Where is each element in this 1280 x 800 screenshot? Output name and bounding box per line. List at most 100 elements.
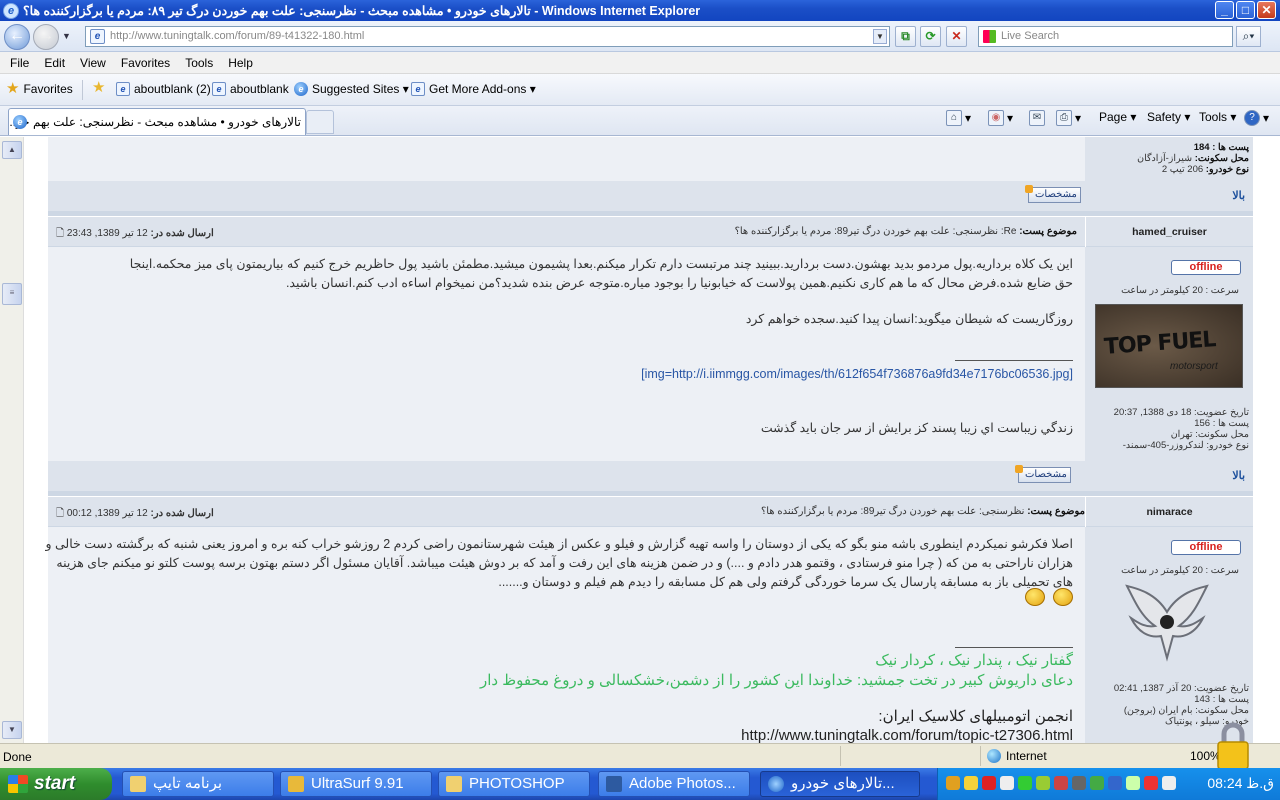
status-bar: Done Internet 100% — [0, 743, 1280, 768]
security-shield-icon[interactable] — [946, 776, 960, 790]
prev-location: شیراز-آزادگان — [1137, 153, 1193, 164]
menu-help[interactable]: Help — [218, 56, 253, 70]
padlock-icon — [1217, 722, 1249, 770]
top-link[interactable]: بالا — [1232, 469, 1245, 482]
mail-button[interactable]: ✉ — [1029, 110, 1045, 126]
fav-item-addons[interactable]: e Get More Add-ons ▾ — [411, 82, 536, 96]
taskbar-item-ie[interactable]: تالارهای خودرو... — [760, 771, 920, 797]
tab-row: e تالارهای خودرو • مشاهده مبحث - نظرسنجی… — [0, 106, 1280, 136]
location-label: محل سکونت: — [1194, 153, 1249, 164]
feeds-button[interactable]: ◉ ▾ — [988, 110, 1013, 126]
menu-tools[interactable]: Tools — [175, 56, 213, 70]
scroll-down-button[interactable]: ▼ — [2, 721, 22, 739]
safety-menu[interactable]: Safety ▾ — [1147, 110, 1190, 124]
tray-app-icon[interactable] — [1018, 776, 1032, 790]
user-location: محل سکونت: تهران — [1170, 429, 1249, 440]
post-subject: موضوع پست: نظرسنجی: علت بهم خوردن درگ تی… — [761, 506, 1085, 517]
minimize-button[interactable]: _ — [1215, 1, 1234, 19]
home-button[interactable]: ⌂ ▾ — [946, 110, 971, 126]
stop-button[interactable]: ✕ — [946, 26, 967, 47]
tray-app-icon[interactable] — [1126, 776, 1140, 790]
tray-app-icon[interactable] — [1144, 776, 1158, 790]
tab-forum[interactable]: e تالارهای خودرو • مشاهده مبحث - نظرسنجی… — [8, 108, 306, 135]
post-subject: موضوع پست: Re: نظرسنجی: علت بهم خوردن در… — [735, 226, 1077, 237]
prev-posts: پست ها : 184 — [1193, 142, 1249, 153]
page-menu[interactable]: Page ▾ — [1099, 110, 1136, 124]
title-bar: e تالارهای خودرو • مشاهده مبحث - نظرسنجی… — [0, 0, 1280, 21]
volume-icon[interactable] — [1000, 776, 1014, 790]
compatibility-icon[interactable]: ⧉ — [895, 26, 916, 47]
search-button[interactable]: ⌕▾ — [1236, 26, 1261, 47]
internet-zone-icon — [987, 749, 1001, 763]
tab-title: تالارهای خودرو • مشاهده مبحث - نظرسنجی: … — [8, 115, 301, 129]
taskbar-item-photoshop[interactable]: Adobe Photos... — [598, 771, 750, 797]
network-icon[interactable] — [1090, 776, 1104, 790]
help-button[interactable]: ? ▾ — [1244, 110, 1269, 126]
tray-app-icon[interactable] — [982, 776, 996, 790]
menu-edit[interactable]: Edit — [34, 56, 65, 70]
signature-image-code[interactable]: [img=http://i.iimmgg.com/images/th/612f6… — [641, 365, 1073, 384]
menu-favorites[interactable]: Favorites — [111, 56, 170, 70]
fav-item-suggested-sites[interactable]: e Suggested Sites ▾ — [294, 82, 409, 96]
top-link[interactable]: بالا — [1232, 189, 1245, 202]
tools-menu[interactable]: Tools ▾ — [1199, 110, 1236, 124]
back-button[interactable]: ← — [4, 24, 30, 50]
subject-text: نظرسنجی: علت بهم خوردن درگ تیر89: مردم ی… — [760, 506, 1025, 517]
forum-table: پست ها : 184 محل سکونت: شیراز-آزادگان نو… — [45, 137, 1253, 743]
page-icon: e — [90, 29, 105, 44]
user-details: تاریخ عضویت: 20 آذر 1387, 02:41 پست ها :… — [1089, 683, 1249, 727]
tray-app-icon[interactable] — [1054, 776, 1068, 790]
tray-app-icon[interactable] — [964, 776, 978, 790]
menu-file[interactable]: File — [0, 56, 29, 70]
speed-rank: سرعت : 20 کیلومتر در ساعت — [1121, 285, 1239, 296]
post-count: پست ها : 143 — [1194, 694, 1249, 705]
page-icon: e — [411, 82, 425, 96]
tray-app-icon[interactable] — [1162, 776, 1176, 790]
fav-label: aboutblank (2) — [134, 82, 211, 96]
security-zone[interactable]: Internet — [987, 749, 1047, 763]
fav-item-aboutblank-2[interactable]: e aboutblank (2) — [116, 82, 211, 96]
tray-app-icon[interactable] — [1072, 776, 1086, 790]
fav-label: Get More Add-ons ▾ — [429, 82, 536, 96]
add-favorite-button[interactable]: ★ — [92, 80, 105, 95]
signature-line: انجمن اتومبیلهای کلاسیک ایران: — [878, 708, 1073, 725]
recent-pages-dropdown[interactable]: ▼ — [62, 31, 71, 41]
close-button[interactable]: ✕ — [1257, 1, 1276, 19]
favorites-button[interactable]: ★ Favorites — [6, 81, 73, 96]
taskbar-item-photoshop-folder[interactable]: PHOTOSHOP — [438, 771, 590, 797]
scroll-thumb[interactable]: ≡ — [2, 283, 22, 305]
fav-label: Suggested Sites ▾ — [312, 82, 409, 96]
address-bar[interactable]: e http://www.tuningtalk.com/forum/89-t41… — [85, 26, 890, 47]
refresh-button[interactable]: ⟳ — [920, 26, 941, 47]
address-dropdown[interactable]: ▼ — [873, 29, 887, 44]
user-info: offline سرعت : 20 کیلومتر در ساعت تاریخ … — [1085, 527, 1253, 743]
bluetooth-icon[interactable] — [1108, 776, 1122, 790]
print-icon: ⎙ — [1056, 110, 1072, 126]
help-icon: ? — [1244, 110, 1260, 126]
menu-bar: File Edit View Favorites Tools Help — [0, 52, 1280, 74]
vertical-scrollbar[interactable]: ▲ ≡ ▼ — [0, 137, 24, 743]
maximize-button[interactable]: □ — [1236, 1, 1255, 19]
taskbar-item-typing[interactable]: برنامه تایپ — [122, 771, 274, 797]
signature-line: گفتار نیک ، پندار نیک ، کردار نیک — [875, 652, 1073, 669]
new-tab-button[interactable] — [306, 110, 334, 134]
fav-item-aboutblank[interactable]: e aboutblank — [212, 82, 289, 96]
profile-button[interactable]: مشخصات — [1025, 185, 1081, 203]
menu-view[interactable]: View — [70, 56, 106, 70]
profile-button[interactable]: مشخصات — [1015, 465, 1071, 483]
start-button[interactable]: start — [0, 768, 112, 800]
signature-link[interactable]: http://www.tuningtalk.com/forum/topic-t2… — [741, 726, 1073, 743]
taskbar-item-ultrasurf[interactable]: UltraSurf 9.91 — [280, 771, 432, 797]
username[interactable]: nimarace — [1085, 497, 1253, 527]
prev-user-info: پست ها : 184 محل سکونت: شیراز-آزادگان نو… — [1085, 137, 1253, 181]
forward-button[interactable]: → — [33, 24, 59, 50]
print-button[interactable]: ⎙ ▾ — [1056, 110, 1081, 126]
date-text: 12 تیر 1389, 00:12 — [66, 508, 148, 519]
username[interactable]: hamed_cruiser — [1085, 217, 1253, 247]
post-date: ارسال شده در: 12 تیر 1389, 23:43 🗋 — [56, 226, 214, 243]
scroll-up-button[interactable]: ▲ — [2, 141, 22, 159]
zone-label: Internet — [1006, 749, 1047, 763]
tray-app-icon[interactable] — [1036, 776, 1050, 790]
search-input[interactable]: Live Search — [978, 26, 1233, 47]
post-header: موضوع پست: Re: نظرسنجی: علت بهم خوردن در… — [48, 216, 1253, 247]
